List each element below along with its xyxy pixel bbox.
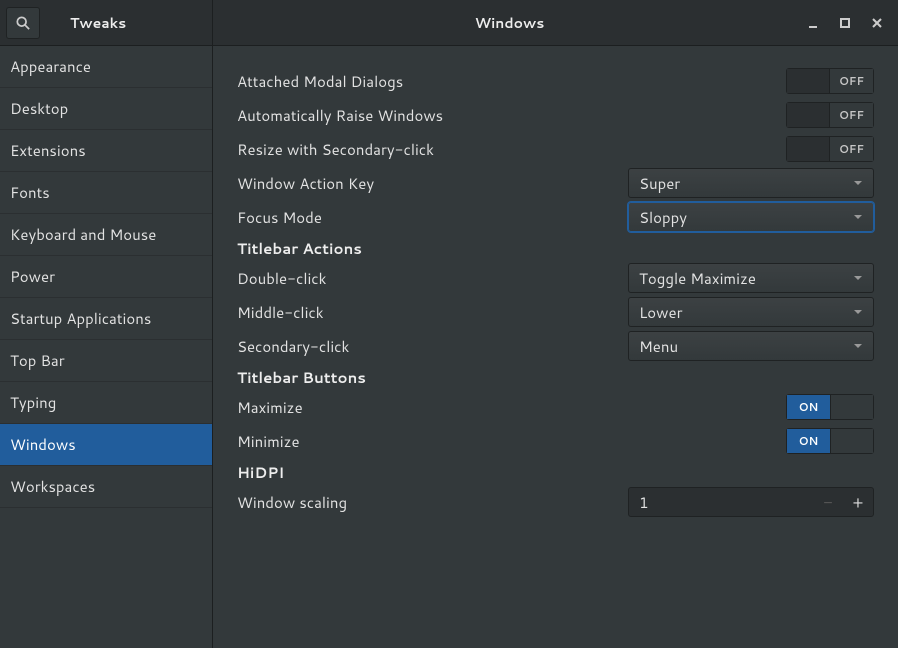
maximize-icon — [839, 17, 851, 29]
sidebar-item-keyboard-and-mouse[interactable]: Keyboard and Mouse — [0, 214, 212, 256]
chevron-down-icon — [853, 341, 863, 351]
sidebar-item-top-bar[interactable]: Top Bar — [0, 340, 212, 382]
titlebar: Tweaks Windows — [0, 0, 898, 46]
sidebar-item-power[interactable]: Power — [0, 256, 212, 298]
spinner-value: 1 — [629, 492, 813, 513]
chevron-down-icon — [853, 273, 863, 283]
row-minimize: Minimize ON — [237, 424, 874, 458]
sidebar: Appearance Desktop Extensions Fonts Keyb… — [0, 46, 213, 648]
sidebar-item-desktop[interactable]: Desktop — [0, 88, 212, 130]
content: Attached Modal Dialogs OFF Automatically… — [213, 46, 898, 648]
label-double-click: Double-click — [237, 268, 326, 289]
maximize-window-button[interactable] — [838, 16, 852, 30]
label-auto-raise: Automatically Raise Windows — [237, 105, 443, 126]
search-icon — [16, 16, 30, 30]
row-middle-click: Middle-click Lower — [237, 295, 874, 329]
chevron-down-icon — [853, 212, 863, 222]
minus-icon: − — [823, 491, 832, 514]
sidebar-item-fonts[interactable]: Fonts — [0, 172, 212, 214]
section-titlebar-actions: Titlebar Actions — [237, 238, 874, 259]
window-controls — [806, 16, 898, 30]
dropdown-focus-mode[interactable]: Sloppy — [628, 202, 874, 232]
main: Appearance Desktop Extensions Fonts Keyb… — [0, 46, 898, 648]
sidebar-item-appearance[interactable]: Appearance — [0, 46, 212, 88]
dropdown-value: Menu — [639, 336, 678, 357]
label-window-action-key: Window Action Key — [237, 173, 374, 194]
label-secondary-click: Secondary-click — [237, 336, 349, 357]
dropdown-double-click[interactable]: Toggle Maximize — [628, 263, 874, 293]
plus-icon: + — [853, 491, 864, 514]
chevron-down-icon — [853, 307, 863, 317]
row-double-click: Double-click Toggle Maximize — [237, 261, 874, 295]
row-auto-raise: Automatically Raise Windows OFF — [237, 98, 874, 132]
section-titlebar-buttons: Titlebar Buttons — [237, 367, 874, 388]
toggle-minimize[interactable]: ON — [786, 428, 874, 454]
label-resize-secondary: Resize with Secondary-click — [237, 139, 434, 160]
label-window-scaling: Window scaling — [237, 492, 347, 513]
section-hidpi: HiDPI — [237, 462, 874, 483]
spinner-increment[interactable]: + — [843, 488, 873, 516]
sidebar-item-typing[interactable]: Typing — [0, 382, 212, 424]
row-window-scaling: Window scaling 1 − + — [237, 485, 874, 519]
label-attached-modal: Attached Modal Dialogs — [237, 71, 403, 92]
close-window-button[interactable] — [870, 16, 884, 30]
toggle-auto-raise[interactable]: OFF — [786, 102, 874, 128]
row-window-action-key: Window Action Key Super — [237, 166, 874, 200]
close-icon — [871, 17, 883, 29]
dropdown-middle-click[interactable]: Lower — [628, 297, 874, 327]
titlebar-left: Tweaks — [0, 0, 213, 45]
dropdown-secondary-click[interactable]: Menu — [628, 331, 874, 361]
label-middle-click: Middle-click — [237, 302, 324, 323]
label-minimize: Minimize — [237, 431, 300, 452]
search-button[interactable] — [6, 7, 40, 39]
minimize-icon — [807, 17, 819, 29]
minimize-window-button[interactable] — [806, 16, 820, 30]
row-attached-modal: Attached Modal Dialogs OFF — [237, 64, 874, 98]
toggle-attached-modal[interactable]: OFF — [786, 68, 874, 94]
app-title: Tweaks — [70, 13, 126, 33]
page-title: Windows — [213, 13, 806, 33]
label-focus-mode: Focus Mode — [237, 207, 322, 228]
sidebar-item-windows[interactable]: Windows — [0, 424, 212, 466]
row-secondary-click: Secondary-click Menu — [237, 329, 874, 363]
sidebar-item-startup-applications[interactable]: Startup Applications — [0, 298, 212, 340]
toggle-maximize[interactable]: ON — [786, 394, 874, 420]
dropdown-value: Sloppy — [639, 207, 687, 228]
sidebar-item-workspaces[interactable]: Workspaces — [0, 466, 212, 508]
spinner-window-scaling[interactable]: 1 − + — [628, 487, 874, 517]
dropdown-value: Super — [639, 173, 680, 194]
sidebar-item-extensions[interactable]: Extensions — [0, 130, 212, 172]
row-resize-secondary: Resize with Secondary-click OFF — [237, 132, 874, 166]
spinner-decrement[interactable]: − — [813, 488, 843, 516]
dropdown-value: Toggle Maximize — [639, 268, 756, 289]
row-maximize: Maximize ON — [237, 390, 874, 424]
chevron-down-icon — [853, 178, 863, 188]
dropdown-window-action-key[interactable]: Super — [628, 168, 874, 198]
label-maximize: Maximize — [237, 397, 303, 418]
toggle-resize-secondary[interactable]: OFF — [786, 136, 874, 162]
row-focus-mode: Focus Mode Sloppy — [237, 200, 874, 234]
dropdown-value: Lower — [639, 302, 682, 323]
